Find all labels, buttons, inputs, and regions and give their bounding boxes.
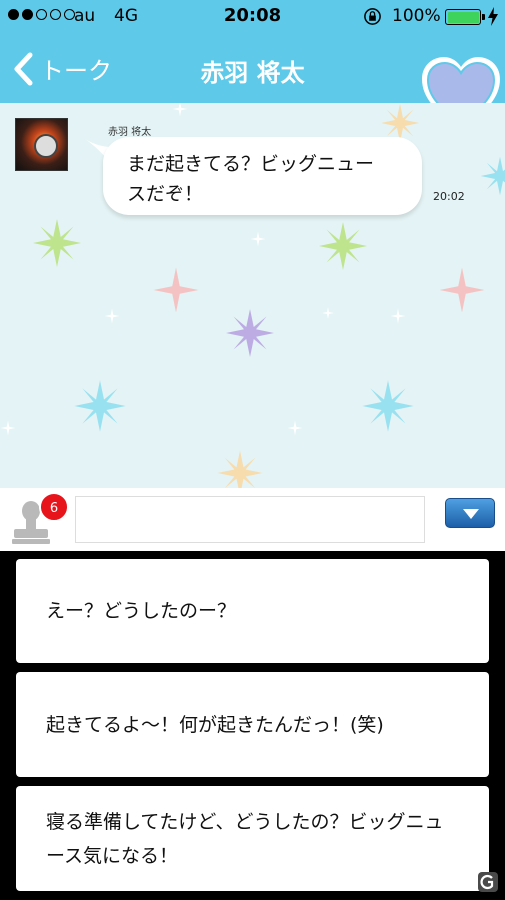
reply-text-line: ース気になる！: [46, 844, 179, 867]
charging-bolt-icon: [488, 7, 498, 26]
message-input[interactable]: [75, 496, 425, 543]
reply-option[interactable]: 寝る準備してたけど、どうしたの？ビッグニュ ース気になる！: [16, 786, 489, 891]
sender-name: 赤羽 将太: [108, 127, 152, 138]
reply-text-line: 起きてるよ～！何が起きたんだっ！(笑): [46, 713, 384, 736]
triangle-down-icon: [463, 509, 479, 519]
avatar[interactable]: [15, 118, 68, 171]
message-bubble: まだ起きてる？ビッグニュー スだぞ！: [103, 137, 422, 215]
reply-option[interactable]: 起きてるよ～！何が起きたんだっ！(笑): [16, 672, 489, 777]
rotation-lock-icon: [364, 8, 381, 25]
toggle-replies-button[interactable]: [445, 498, 495, 528]
chat-area[interactable]: 赤羽 将太 まだ起きてる？ビッグニュー スだぞ！ 20:02: [0, 103, 505, 488]
input-bar: [0, 488, 505, 551]
reply-text-line: 寝る準備してたけど、どうしたの？ビッグニュ: [46, 810, 444, 833]
stamp-count-badge: 6: [39, 492, 69, 522]
watermark-logo: [478, 872, 498, 892]
reply-options: えー？どうしたのー？ 起きてるよ～！何が起きたんだっ！(笑) 寝る準備してたけど…: [0, 551, 505, 900]
reply-text-line: えー？どうしたのー？: [46, 600, 237, 622]
message-text-line: スだぞ！: [127, 183, 204, 205]
reply-option[interactable]: えー？どうしたのー？: [16, 559, 489, 663]
battery-percent: 100%: [392, 6, 441, 26]
message-time: 20:02: [433, 190, 465, 203]
battery-icon: [445, 9, 485, 25]
message-text-line: まだ起きてる？ビッグニュー: [127, 153, 375, 175]
status-bar: au 4G 20:08 100%: [0, 0, 505, 33]
